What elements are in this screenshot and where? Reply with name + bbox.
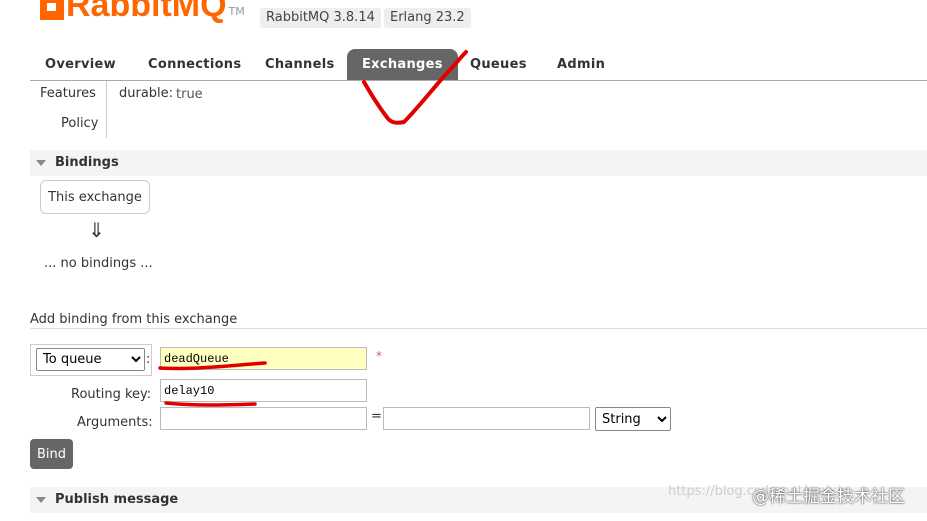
arguments-label: Arguments:: [77, 415, 153, 430]
rabbitmq-version-badge: RabbitMQ 3.8.14: [260, 8, 381, 28]
argument-key-input[interactable]: [160, 407, 367, 430]
logo-trademark: TM: [228, 5, 245, 18]
durable-value: true: [176, 87, 203, 102]
routing-key-input[interactable]: [160, 379, 367, 402]
tab-exchanges[interactable]: Exchanges: [347, 49, 458, 80]
tab-admin[interactable]: Admin: [557, 49, 605, 80]
features-divider: [106, 81, 107, 138]
bindings-title: Bindings: [55, 155, 119, 170]
collapse-triangle-icon: [36, 160, 46, 166]
argument-value-input[interactable]: [383, 407, 590, 430]
features-label: Features: [40, 86, 96, 101]
down-arrow-icon: ⇓: [88, 218, 105, 242]
tab-connections[interactable]: Connections: [148, 49, 241, 80]
rabbitmq-logo-icon: [40, 0, 64, 20]
juejin-watermark: @稀土掘金技术社区: [752, 487, 905, 507]
tab-overview[interactable]: Overview: [45, 49, 116, 80]
bind-button[interactable]: Bind: [30, 439, 73, 469]
underline-routing-key: [164, 401, 257, 407]
required-mark: *: [376, 349, 382, 363]
this-exchange-box: This exchange: [40, 180, 150, 214]
policy-label: Policy: [61, 116, 99, 131]
rabbitmq-logo: RabbitMQ TM: [40, 0, 245, 28]
add-binding-title: Add binding from this exchange: [30, 312, 238, 327]
no-bindings-text: ... no bindings ...: [44, 256, 153, 271]
tab-queues[interactable]: Queues: [470, 49, 527, 80]
add-binding-divider: [30, 328, 927, 329]
bindings-section-header[interactable]: Bindings: [30, 150, 927, 176]
destination-type-select[interactable]: To queue: [36, 348, 145, 371]
argument-type-select[interactable]: String: [595, 407, 671, 431]
erlang-version-badge: Erlang 23.2: [384, 8, 471, 28]
destination-colon: :: [146, 352, 151, 367]
routing-key-label: Routing key:: [71, 387, 152, 402]
collapse-triangle-icon: [36, 497, 46, 503]
arguments-equals: =: [371, 409, 382, 424]
main-nav-tabs: Overview Connections Channels Exchanges …: [30, 49, 927, 81]
publish-message-title: Publish message: [55, 492, 179, 507]
durable-key: durable:: [119, 86, 174, 101]
tab-channels[interactable]: Channels: [265, 49, 335, 80]
destination-queue-input[interactable]: [160, 347, 367, 370]
logo-text: RabbitMQ: [66, 0, 227, 24]
